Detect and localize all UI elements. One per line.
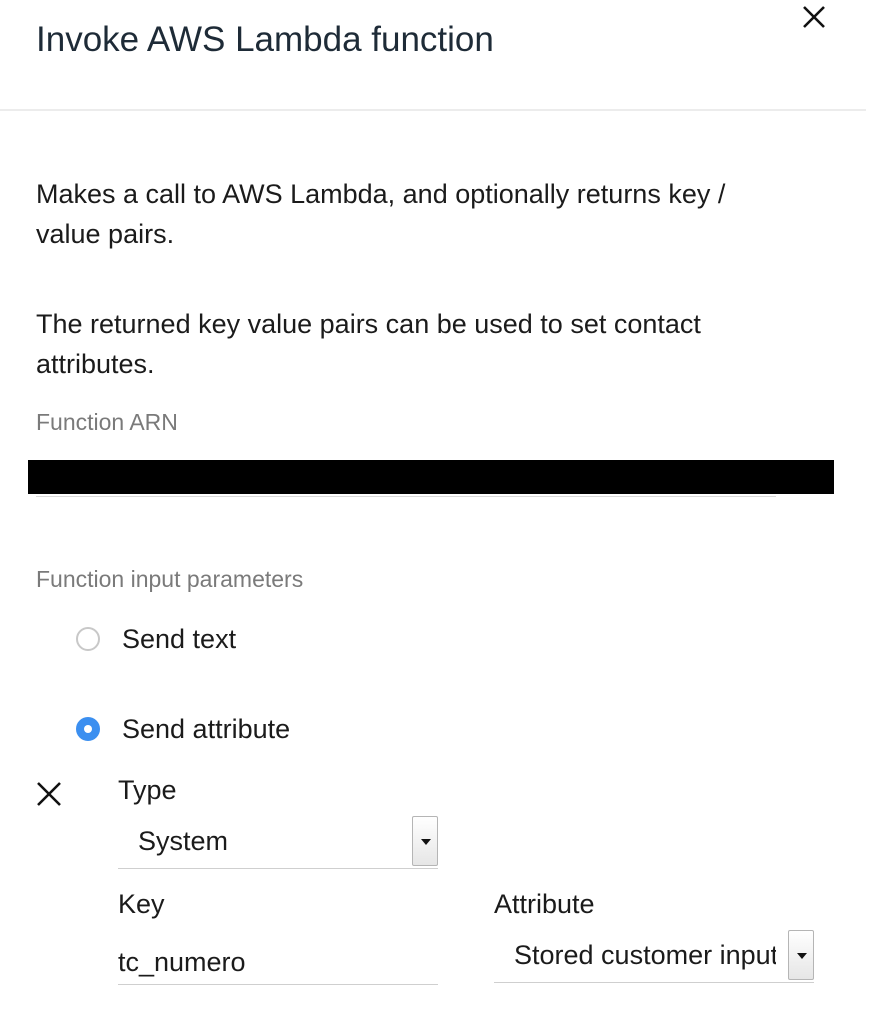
- header-divider: [0, 109, 866, 111]
- type-label: Type: [118, 775, 177, 805]
- attribute-label: Attribute: [494, 889, 595, 919]
- key-input[interactable]: tc_numero: [118, 932, 438, 985]
- type-select-value: System: [138, 826, 229, 856]
- close-icon[interactable]: [795, 0, 833, 36]
- dialog-title: Invoke AWS Lambda function: [36, 20, 494, 59]
- key-label: Key: [118, 889, 165, 919]
- chevron-down-icon[interactable]: [412, 816, 438, 866]
- key-input-value: tc_numero: [118, 947, 246, 977]
- redaction-bar: [28, 460, 834, 494]
- send-text-radio[interactable]: [76, 627, 100, 651]
- type-select[interactable]: System: [118, 816, 438, 869]
- send-text-label[interactable]: Send text: [122, 624, 236, 655]
- send-attribute-label[interactable]: Send attribute: [122, 714, 290, 745]
- function-arn-label: Function ARN: [36, 409, 178, 435]
- attribute-select[interactable]: Stored customer input: [494, 930, 814, 983]
- description-text: Makes a call to AWS Lambda, and optional…: [36, 179, 726, 249]
- remove-attribute-icon[interactable]: [34, 779, 64, 809]
- attribute-select-value: Stored customer input: [514, 940, 776, 970]
- send-attribute-radio[interactable]: [76, 717, 100, 741]
- input-parameters-label: Function input parameters: [36, 566, 304, 592]
- description-text-secondary: The returned key value pairs can be used…: [36, 309, 701, 379]
- chevron-down-icon[interactable]: [788, 930, 814, 980]
